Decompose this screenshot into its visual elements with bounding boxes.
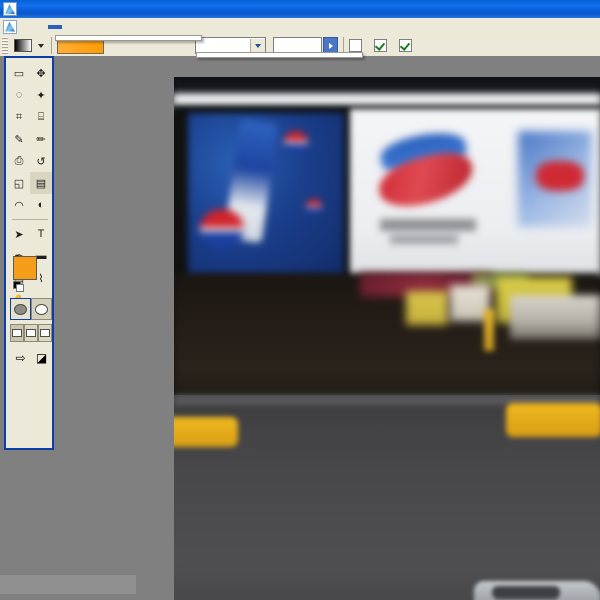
street [174, 395, 600, 600]
adjustments-submenu [196, 52, 363, 58]
menu-layer[interactable] [62, 25, 76, 29]
screen-mode-buttons [10, 324, 52, 342]
type-tool-icon[interactable]: T [30, 223, 52, 245]
checkbox-box[interactable] [374, 39, 387, 52]
chevron-down-icon[interactable] [250, 39, 265, 52]
menu-bar [0, 18, 600, 36]
menu-filter[interactable] [90, 25, 104, 29]
photoshop-window: ▭✥ ◌✦ ⌗⌸ ✎✏ ⎙↺ ◱▤ ◠◐ ➤T ✒▬ ▤⌇ ✋⌕ [0, 0, 600, 600]
checkbox-box[interactable] [349, 39, 362, 52]
standard-mode-button[interactable] [10, 298, 31, 320]
history-brush-tool-icon[interactable]: ↺ [30, 150, 52, 172]
foreground-color-swatch[interactable] [13, 256, 37, 280]
jump-to-buttons: ⇨ ◪ [11, 348, 51, 368]
healing-brush-tool-icon[interactable]: ✎ [8, 128, 30, 150]
jump-to-imageready-icon[interactable]: ⇨ [11, 348, 30, 367]
path-selection-tool-icon[interactable]: ➤ [8, 223, 30, 245]
photo-image [174, 77, 600, 600]
eraser-tool-icon[interactable]: ◱ [8, 172, 30, 194]
document-area: ▭✥ ◌✦ ⌗⌸ ✎✏ ⎙↺ ◱▤ ◠◐ ➤T ✒▬ ▤⌇ ✋⌕ [0, 56, 600, 600]
menu-image[interactable] [48, 24, 62, 29]
blur-tool-icon[interactable]: ◠ [8, 194, 30, 216]
full-screen-menubar-mode-button[interactable] [24, 324, 38, 342]
lasso-tool-icon[interactable]: ◌ [8, 84, 30, 106]
document-icon [3, 19, 17, 34]
white-billboard [350, 109, 600, 277]
image-menu-dropdown [55, 35, 202, 41]
menu-select[interactable] [76, 25, 90, 29]
marquee-tool-icon[interactable]: ▭ [8, 62, 30, 84]
pepsi-billboard [188, 113, 344, 277]
crop-tool-icon[interactable]: ⌗ [8, 106, 30, 128]
transparency-checkbox[interactable] [399, 39, 415, 52]
standard-screen-mode-button[interactable] [10, 324, 24, 342]
gradient-tool-icon[interactable] [11, 36, 35, 55]
gradient-tool-icon[interactable]: ▤ [30, 172, 52, 194]
document-canvas[interactable] [174, 77, 600, 600]
options-bar-grip[interactable] [2, 37, 8, 54]
slice-tool-icon[interactable]: ⌸ [30, 106, 52, 128]
jump-to-icon[interactable]: ◪ [32, 348, 51, 367]
quick-mask-buttons [10, 298, 52, 320]
photoshop-icon [3, 2, 17, 16]
default-colors-icon[interactable] [13, 281, 24, 292]
menu-edit[interactable] [34, 25, 48, 29]
chevron-down-icon[interactable] [38, 43, 44, 48]
move-tool-icon[interactable]: ✥ [30, 62, 52, 84]
dodge-tool-icon[interactable]: ◐ [30, 194, 52, 216]
toolbox-palette: ▭✥ ◌✦ ⌗⌸ ✎✏ ⎙↺ ◱▤ ◠◐ ➤T ✒▬ ▤⌇ ✋⌕ [4, 56, 54, 450]
checkbox-box[interactable] [399, 39, 412, 52]
title-bar [0, 0, 600, 18]
quick-mask-mode-button[interactable] [31, 298, 52, 320]
reverse-checkbox[interactable] [349, 39, 365, 52]
brush-tool-icon[interactable]: ✏ [30, 128, 52, 150]
menu-window[interactable] [118, 25, 132, 29]
silver-car [474, 581, 600, 600]
full-screen-mode-button[interactable] [38, 324, 52, 342]
menu-file[interactable] [20, 25, 34, 29]
crowd-blur [174, 329, 600, 399]
magic-wand-tool-icon[interactable]: ✦ [30, 84, 52, 106]
menu-help[interactable] [132, 25, 146, 29]
watermark [0, 575, 136, 594]
color-swatches[interactable] [13, 256, 50, 292]
dither-checkbox[interactable] [374, 39, 390, 52]
clone-stamp-tool-icon[interactable]: ⎙ [8, 150, 30, 172]
menu-view[interactable] [104, 25, 118, 29]
divider [51, 37, 52, 54]
